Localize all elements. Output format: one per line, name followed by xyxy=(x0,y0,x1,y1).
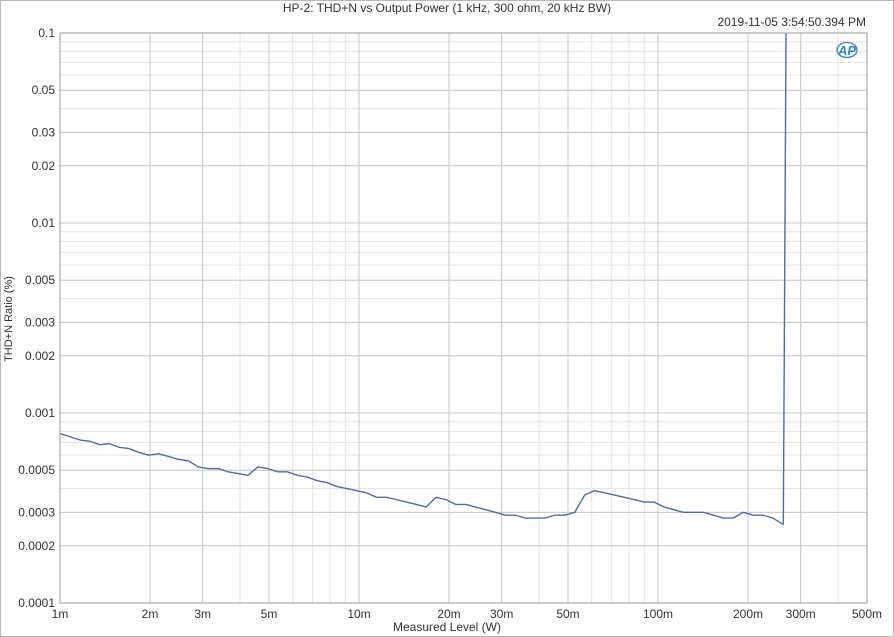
y-tick-label: 0.1 xyxy=(38,26,55,40)
series-line xyxy=(60,33,787,525)
x-tick-label: 200m xyxy=(733,607,763,621)
x-tick-label: 500m xyxy=(852,607,882,621)
series-layer xyxy=(60,33,787,525)
y-tick-label: 0.002 xyxy=(25,349,55,363)
plot-svg: 1m 2m 3m 5m 10m 20m 30m 50m 100m 200m 300m 500m 0.1… xyxy=(18,26,882,621)
x-tick-label: 10m xyxy=(347,607,370,621)
x-tick-label: 20m xyxy=(437,607,460,621)
x-tick-label: 100m xyxy=(643,607,673,621)
ap-logo-text: AP xyxy=(837,43,856,58)
x-tick-label: 30m xyxy=(490,607,513,621)
ap-logo: AP xyxy=(836,41,858,59)
y-tick-label: 0.003 xyxy=(25,315,55,329)
y-tick-label: 0.03 xyxy=(32,125,56,139)
plot-border xyxy=(59,32,868,604)
y-tick-label: 0.0003 xyxy=(18,505,55,519)
y-tick-label: 0.001 xyxy=(25,406,55,420)
y-tick-label: 0.0005 xyxy=(18,463,55,477)
y-tick-label: 0.0001 xyxy=(18,596,55,610)
y-tick-label: 0.05 xyxy=(32,83,56,97)
x-tick-label: 3m xyxy=(194,607,211,621)
y-tick-label: 0.01 xyxy=(32,216,56,230)
y-tick-labels: 0.1 0.05 0.03 0.02 0.01 0.005 0.003 0.002 0.001 0… xyxy=(18,26,55,610)
x-tick-label: 300m xyxy=(786,607,816,621)
x-tick-labels: 1m 2m 3m 5m 10m 20m 30m 50m 100m 200m 300m 500m xyxy=(52,607,882,621)
minor-grid xyxy=(59,32,868,604)
x-tick-label: 50m xyxy=(556,607,579,621)
y-tick-label: 0.005 xyxy=(25,273,55,287)
major-grid xyxy=(59,32,868,604)
x-tick-label: 2m xyxy=(142,607,159,621)
x-tick-label: 5m xyxy=(261,607,278,621)
y-tick-label: 0.02 xyxy=(32,159,56,173)
y-tick-label: 0.0002 xyxy=(18,539,55,553)
